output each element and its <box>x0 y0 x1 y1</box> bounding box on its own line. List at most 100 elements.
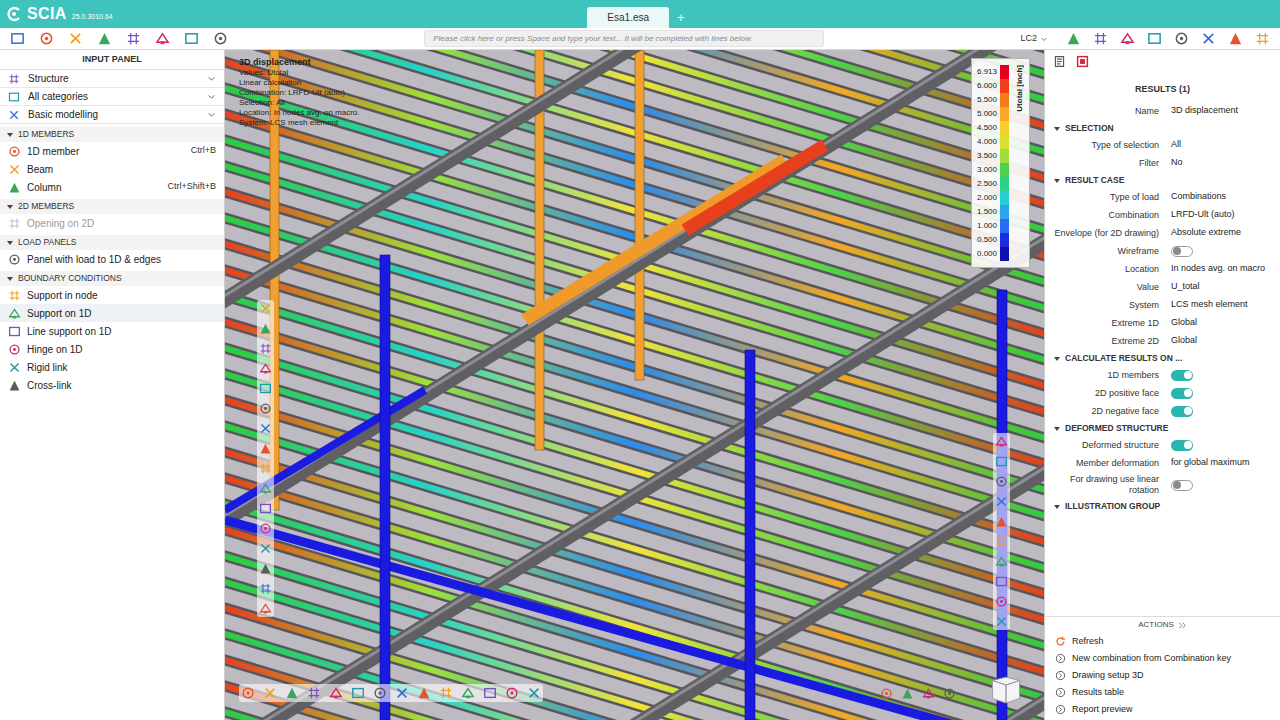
file-tab[interactable]: Esa1.esa <box>587 7 669 28</box>
actions-header[interactable]: ACTIONS <box>1045 617 1280 633</box>
view-tool-icon[interactable] <box>995 575 1008 588</box>
view-tool-icon[interactable] <box>329 686 343 700</box>
section-header[interactable]: RESULT CASE <box>1045 173 1280 188</box>
3d-view[interactable]: 3D displacementValues: UtotalLinear calc… <box>225 50 1044 720</box>
toggle-switch[interactable] <box>1171 388 1193 399</box>
view-tool-icon[interactable] <box>259 462 272 475</box>
item-icon[interactable] <box>8 217 21 230</box>
item-icon[interactable] <box>8 361 21 374</box>
view-tool-icon[interactable] <box>259 302 272 315</box>
view-tool-icon[interactable] <box>259 422 272 435</box>
view-tool-icon[interactable] <box>995 535 1008 548</box>
panel-item[interactable]: ColumnCtrl+Shift+B <box>0 178 224 196</box>
collapse-icon[interactable] <box>1053 125 1061 133</box>
view-tool-icon[interactable] <box>259 362 272 375</box>
section-header[interactable]: LOAD PANELS <box>0 235 224 250</box>
view-tool-icon[interactable] <box>263 686 277 700</box>
view-tool-icon[interactable] <box>259 342 272 355</box>
toggle-switch[interactable] <box>1171 370 1193 381</box>
section-header[interactable]: 1D MEMBERS <box>0 127 224 142</box>
section-header[interactable]: SELECTION <box>1045 121 1280 136</box>
view-tool-icon[interactable] <box>439 686 453 700</box>
filter-icon[interactable] <box>8 91 20 103</box>
section-header[interactable]: BOUNDARY CONDITIONS <box>0 271 224 286</box>
collapse-icon[interactable] <box>1053 425 1061 433</box>
section-header[interactable]: 2D MEMBERS <box>0 199 224 214</box>
view-cube-icon[interactable] <box>988 676 1024 712</box>
collapse-icon[interactable] <box>6 239 14 247</box>
tool-icon[interactable] <box>184 31 199 46</box>
view-tool-icon[interactable] <box>995 595 1008 608</box>
item-icon[interactable] <box>8 307 21 320</box>
tool-icon[interactable] <box>1174 31 1189 46</box>
item-icon[interactable] <box>8 163 21 176</box>
action-item[interactable]: Report preview <box>1045 701 1280 718</box>
view-tool-icon[interactable] <box>259 382 272 395</box>
load-case-dropdown[interactable]: LC2 <box>1020 32 1048 46</box>
panel-item[interactable]: Line support on 1D <box>0 322 224 340</box>
view-tool-icon[interactable] <box>259 522 272 535</box>
item-icon[interactable] <box>8 379 21 392</box>
view-tool-icon[interactable] <box>259 402 272 415</box>
view-tool-icon[interactable] <box>307 686 321 700</box>
view-tool-icon[interactable] <box>995 555 1008 568</box>
view-tool-icon[interactable] <box>259 542 272 555</box>
view-tool-icon[interactable] <box>395 686 409 700</box>
view-tool-icon[interactable] <box>373 686 387 700</box>
command-input[interactable] <box>424 30 824 47</box>
zoom-icon[interactable] <box>901 687 914 700</box>
toggle-switch[interactable] <box>1171 246 1193 257</box>
tool-icon[interactable] <box>1066 31 1081 46</box>
view-tool-icon[interactable] <box>259 442 272 455</box>
view-tool-icon[interactable] <box>505 686 519 700</box>
tool-icon[interactable] <box>1120 31 1135 46</box>
item-icon[interactable] <box>8 343 21 356</box>
view-tool-icon[interactable] <box>527 686 541 700</box>
add-tab-button[interactable]: + <box>669 7 693 28</box>
view-tool-icon[interactable] <box>995 475 1008 488</box>
tool-icon[interactable] <box>1147 31 1162 46</box>
view-tool-icon[interactable] <box>259 602 272 615</box>
panel-item[interactable]: Beam <box>0 160 224 178</box>
collapse-icon[interactable] <box>1053 355 1061 363</box>
collapse-icon[interactable] <box>6 131 14 139</box>
section-header[interactable]: DEFORMED STRUCTURE <box>1045 421 1280 436</box>
action-item[interactable]: Results table <box>1045 684 1280 701</box>
toggle-switch[interactable] <box>1171 406 1193 417</box>
item-icon[interactable] <box>8 145 21 158</box>
tool-icon[interactable] <box>1255 31 1270 46</box>
item-icon[interactable] <box>8 181 21 194</box>
view-tool-icon[interactable] <box>259 482 272 495</box>
filter-dropdown[interactable]: Structure <box>0 70 224 88</box>
collapse-icon[interactable] <box>6 203 14 211</box>
tool-icon[interactable] <box>1201 31 1216 46</box>
view-tool-icon[interactable] <box>417 686 431 700</box>
collapse-icon[interactable] <box>1053 503 1061 511</box>
view-tool-icon[interactable] <box>483 686 497 700</box>
toggle-switch[interactable] <box>1171 440 1193 451</box>
tool-icon[interactable] <box>68 31 83 46</box>
action-item[interactable]: Drawing setup 3D <box>1045 667 1280 684</box>
collapse-icon[interactable] <box>1053 177 1061 185</box>
panel-item[interactable]: Rigid link <box>0 358 224 376</box>
action-item[interactable]: Refresh <box>1045 633 1280 650</box>
tool-icon[interactable] <box>39 31 54 46</box>
panel-item[interactable]: Cross-link <box>0 376 224 394</box>
tool-icon[interactable] <box>1093 31 1108 46</box>
section-header[interactable]: ILLUSTRATION GROUP <box>1045 499 1280 514</box>
section-header[interactable]: CALCULATE RESULTS ON ... <box>1045 351 1280 366</box>
panel-item[interactable]: Support in node <box>0 286 224 304</box>
tool-icon[interactable] <box>1228 31 1243 46</box>
view-tool-icon[interactable] <box>351 686 365 700</box>
view-tool-icon[interactable] <box>995 615 1008 628</box>
properties-icon[interactable] <box>1053 55 1066 68</box>
tool-icon[interactable] <box>10 31 25 46</box>
item-icon[interactable] <box>8 325 21 338</box>
item-icon[interactable] <box>8 289 21 302</box>
action-item[interactable]: New combination from Combination key <box>1045 650 1280 667</box>
panel-item[interactable]: Panel with load to 1D & edges <box>0 250 224 268</box>
view-tool-icon[interactable] <box>995 455 1008 468</box>
view-tool-icon[interactable] <box>461 686 475 700</box>
collapse-icon[interactable] <box>6 275 14 283</box>
view-tool-icon[interactable] <box>995 435 1008 448</box>
